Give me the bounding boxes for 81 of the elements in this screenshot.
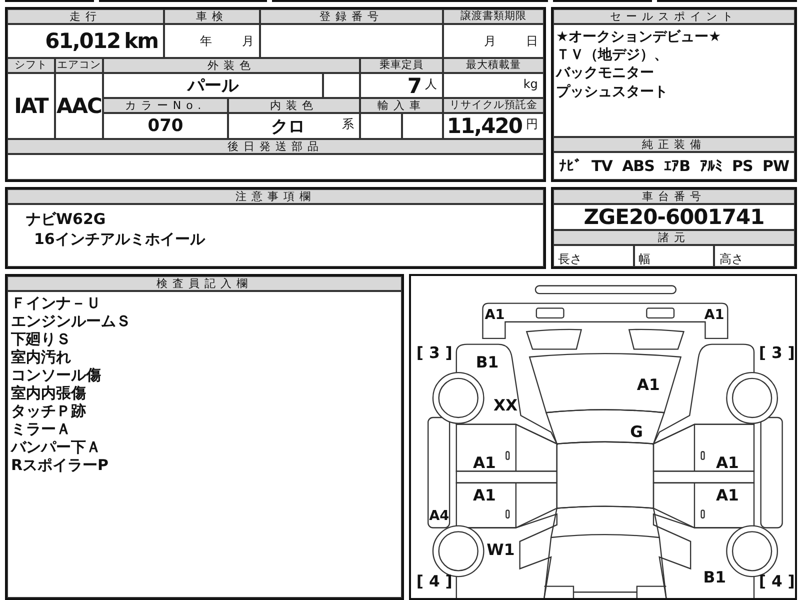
damage-code: [ 4 ] <box>759 572 795 590</box>
equipment-label: 純正装備 <box>552 137 795 152</box>
damage-code: W1 <box>487 541 516 560</box>
capacity-unit: 人 <box>424 76 437 92</box>
shift-label: シフト <box>7 58 55 73</box>
inspection-note: バンパー下Ａ <box>11 438 102 456</box>
month-unit: 月 <box>242 33 254 50</box>
sale-point-text: ★オークションデビュー★ <box>556 28 722 46</box>
mileage-value: 61,012 <box>45 29 120 53</box>
sale-point-text: ＴＶ（地デジ）、 <box>556 46 669 64</box>
interior-color-value: クロ <box>270 116 305 138</box>
note-text: ナビW62G <box>26 210 107 230</box>
mileage-unit: km <box>124 29 158 53</box>
recycle-fee-label: リサイクル預託金 <box>442 98 544 113</box>
inspection-note: タッチＰ跡 <box>11 402 87 420</box>
shift-value: IAT <box>14 94 48 118</box>
inspection-label: 車検 <box>164 9 260 24</box>
spec-label: 長さ <box>552 245 634 267</box>
equipment-item: PS <box>732 157 753 175</box>
aircon-label: エアコン <box>55 58 103 73</box>
equipment-item: ｴｱB <box>664 157 690 175</box>
max-load-label: 最大積載量 <box>442 58 544 73</box>
year-unit: 年 <box>200 33 212 50</box>
interior-color-label: 内装色 <box>228 98 360 113</box>
sale-points-label: セールスポイント <box>552 9 795 24</box>
inspection-note: 室内汚れ <box>11 348 72 366</box>
exterior-color-value: パール <box>187 75 238 97</box>
spec-label: 幅 <box>634 245 714 267</box>
inspection-note: 室内内張傷 <box>11 384 87 402</box>
damage-code: A1 <box>637 376 660 394</box>
equipment-item: ｱﾙﾐ <box>700 157 722 175</box>
deadline-label: 譲渡書類期限 <box>442 9 544 24</box>
spec-label: 高さ <box>714 245 795 267</box>
damage-code: A1 <box>704 306 725 323</box>
interior-color-suffix: 系 <box>342 116 354 133</box>
damage-code: [ 3 ] <box>416 344 453 362</box>
damage-code: A1 <box>716 454 740 472</box>
damage-code: A4 <box>430 508 450 524</box>
damage-code: A1 <box>716 486 740 504</box>
equipment-item: TV <box>592 157 612 175</box>
inspection-note: エンジンルームＳ <box>11 312 132 330</box>
recycle-fee-value: 11,420 <box>446 114 522 138</box>
exterior-color-label: 外装色 <box>103 58 360 73</box>
recycle-fee-unit: 円 <box>526 116 538 133</box>
color-no-value: 070 <box>148 116 184 136</box>
equipment-item: PW <box>762 157 790 175</box>
inspection-note: ミラーＡ <box>11 420 72 438</box>
capacity-label: 乗車定員 <box>360 58 443 73</box>
month-unit: 月 <box>484 33 496 50</box>
damage-code: [ 4 ] <box>416 572 453 590</box>
parts-later-label: 後日発送部品 <box>7 139 544 154</box>
chassis-label: 車台番号 <box>552 189 795 204</box>
damage-code: A1 <box>473 454 496 472</box>
inspection-note: RスポイラーP <box>11 456 110 474</box>
inspector-label: 検査員記入欄 <box>7 276 402 291</box>
damage-code: B1 <box>476 354 500 372</box>
equipment-item: ﾅﾋﾞ <box>558 157 582 175</box>
damage-code: A1 <box>473 486 496 504</box>
specs-label: 諸元 <box>552 230 795 245</box>
damage-code: G <box>630 423 644 441</box>
damage-code: A1 <box>485 306 506 323</box>
day-unit: 日 <box>526 33 538 50</box>
damage-code: [ 3 ] <box>759 344 795 362</box>
max-load-unit: kg <box>523 77 538 93</box>
damage-code: XX <box>494 396 518 415</box>
sale-point-text: プッシュスタート <box>556 82 669 101</box>
equipment-item: ABS <box>622 157 654 175</box>
registration-label: 登録番号 <box>260 9 443 24</box>
chassis-number: ZGE20-6001741 <box>552 204 795 230</box>
note-text: 16インチアルミホイール <box>33 230 206 249</box>
sale-point-text: バックモニター <box>556 64 655 83</box>
import-car-label: 輸入車 <box>360 98 443 113</box>
notes-label: 注意事項欄 <box>7 189 544 204</box>
aircon-value: AAC <box>56 94 102 118</box>
inspection-note: コンソール傷 <box>11 366 102 384</box>
inspection-note: Ｆインナ－Ｕ <box>11 294 102 312</box>
mileage-label: 走行 <box>7 9 164 24</box>
damage-code: B1 <box>704 568 726 586</box>
color-no-label: カラーNo. <box>103 98 228 113</box>
capacity-value: 7 <box>407 74 421 98</box>
inspection-note: 下廻りＳ <box>11 330 72 348</box>
